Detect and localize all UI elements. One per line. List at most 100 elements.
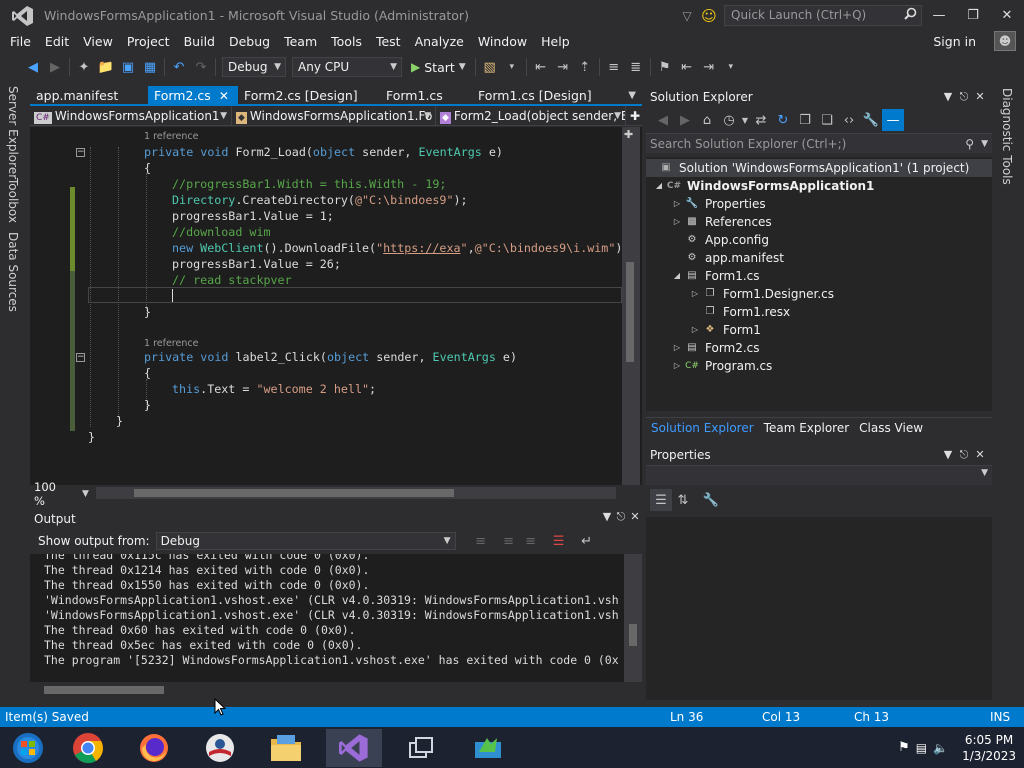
show-all-files-icon[interactable]: ❏: [816, 109, 838, 131]
close-icon[interactable]: ✕: [628, 510, 642, 524]
next-message-icon[interactable]: ≡: [520, 530, 542, 552]
preview-selected-items-icon[interactable]: —: [882, 109, 904, 131]
sign-in-link[interactable]: Sign in: [933, 31, 976, 52]
bookmark-icon[interactable]: ⚑: [654, 56, 676, 78]
tab-team-explorer[interactable]: Team Explorer: [759, 418, 855, 437]
new-project-icon[interactable]: ✦: [73, 56, 95, 78]
collapse-region-icon[interactable]: −: [76, 353, 85, 362]
output-vertical-scrollbar[interactable]: [624, 554, 642, 682]
previous-message-icon[interactable]: ≡: [498, 530, 520, 552]
properties-object-select[interactable]: ▼: [646, 465, 992, 485]
scrollbar-thumb[interactable]: [626, 262, 634, 362]
chevron-down-icon[interactable]: ▼: [981, 134, 988, 154]
navigate-forward-icon[interactable]: ▶: [44, 56, 66, 78]
sync-with-document-icon[interactable]: ⇄: [750, 109, 772, 131]
tab-form2-design[interactable]: Form2.cs [Design]: [238, 86, 380, 106]
tree-item-solution[interactable]: ▣ Solution 'WindowsFormsApplication1' (1 …: [646, 159, 992, 177]
tree-item-form1-designer[interactable]: ▷ ❐ Form1.Designer.cs: [688, 285, 834, 303]
file-explorer-icon[interactable]: [258, 729, 314, 767]
start-debugging-button[interactable]: ▶ Start ▼: [405, 60, 472, 75]
alphabetical-icon[interactable]: ⇅: [672, 489, 694, 511]
pin-icon[interactable]: ⎋: [614, 510, 628, 524]
find-message-icon[interactable]: ≡: [470, 530, 492, 552]
tree-item-project[interactable]: ◢ C# WindowsFormsApplication1: [652, 177, 874, 195]
menu-tools[interactable]: Tools: [324, 31, 369, 52]
action-center-flag-icon[interactable]: ⚑: [898, 740, 910, 755]
member-select[interactable]: ◆ Form2_Load(object sender, Eve ▼: [436, 106, 626, 126]
tree-item-form2-cs[interactable]: ▷ ▤ Form2.cs: [670, 339, 760, 357]
word-wrap-icon[interactable]: ↵: [576, 530, 598, 552]
step-over-icon[interactable]: ⇥: [552, 56, 574, 78]
home-icon[interactable]: ⌂: [696, 109, 718, 131]
expanded-arrow-icon[interactable]: ◢: [652, 177, 666, 195]
uncomment-lines-icon[interactable]: ≣: [625, 56, 647, 78]
tab-list-dropdown-icon[interactable]: ▼: [628, 86, 636, 106]
collapsed-arrow-icon[interactable]: ▷: [688, 321, 702, 339]
toolbox-tab[interactable]: Toolbox: [6, 178, 20, 223]
back-icon[interactable]: ◀: [652, 109, 674, 131]
menu-file[interactable]: File: [3, 31, 38, 52]
tab-form1-cs[interactable]: Form1.cs: [380, 86, 472, 106]
menu-view[interactable]: View: [76, 31, 120, 52]
menu-window[interactable]: Window: [471, 31, 534, 52]
collapse-region-icon[interactable]: −: [76, 148, 85, 157]
code-lens-reference[interactable]: 1 reference: [144, 129, 198, 145]
window-position-icon[interactable]: ▼: [600, 510, 614, 524]
previous-bookmark-icon[interactable]: ⇤: [676, 56, 698, 78]
tree-item-app-manifest[interactable]: ⚙ app.manifest: [684, 249, 784, 267]
toolbar-overflow-icon[interactable]: ▾: [501, 56, 523, 78]
scrollbar-thumb[interactable]: [44, 686, 164, 694]
show-output-from-select[interactable]: Debug ▼: [155, 532, 456, 550]
tree-item-form1-cs[interactable]: ◢ ▤ Form1.cs: [670, 267, 760, 285]
open-file-icon[interactable]: 📁: [95, 56, 117, 78]
split-window-icon[interactable]: ✚: [626, 106, 642, 126]
next-bookmark-icon[interactable]: ⇥: [698, 56, 720, 78]
tab-app-manifest[interactable]: app.manifest: [30, 86, 148, 106]
network-icon[interactable]: ▤: [916, 741, 927, 755]
volume-icon[interactable]: 🔈: [933, 741, 948, 755]
undo-icon[interactable]: ↶: [168, 56, 190, 78]
code-editor[interactable]: − − 1 reference private void Form2_Load(…: [30, 127, 642, 485]
server-explorer-tab[interactable]: Server Explorer: [6, 86, 20, 179]
output-horizontal-scrollbar[interactable]: [30, 682, 624, 697]
collapsed-arrow-icon[interactable]: ▷: [670, 213, 684, 231]
step-into-icon[interactable]: ⇤: [530, 56, 552, 78]
collapsed-arrow-icon[interactable]: ▷: [670, 339, 684, 357]
filter-notifications-icon[interactable]: ▽: [676, 5, 698, 27]
save-all-icon[interactable]: ▦: [139, 56, 161, 78]
collapsed-arrow-icon[interactable]: ▷: [688, 285, 702, 303]
tree-item-form1-resx[interactable]: ❐ Form1.resx: [702, 303, 791, 321]
properties-wrench-icon[interactable]: 🔧: [860, 109, 882, 131]
collapsed-arrow-icon[interactable]: ▷: [670, 357, 684, 375]
data-sources-tab[interactable]: Data Sources: [6, 232, 20, 312]
zoom-level[interactable]: 100 %: [30, 480, 70, 508]
close-button[interactable]: ✕: [990, 0, 1024, 31]
editor-horizontal-scrollbar[interactable]: [96, 487, 616, 499]
solution-explorer-search-input[interactable]: Search Solution Explorer (Ctrl+;) ⚲ ▼: [646, 133, 992, 153]
clear-all-icon[interactable]: ☰: [548, 530, 570, 552]
task-view-icon[interactable]: [394, 729, 450, 767]
menu-help[interactable]: Help: [534, 31, 577, 52]
start-menu-icon[interactable]: [0, 729, 56, 767]
solution-configuration-select[interactable]: Debug ▼: [222, 57, 286, 77]
scrollbar-thumb[interactable]: [134, 489, 454, 497]
menu-team[interactable]: Team: [277, 31, 324, 52]
menu-build[interactable]: Build: [177, 31, 222, 52]
save-icon[interactable]: ▣: [117, 56, 139, 78]
code-url-link[interactable]: https://exa: [383, 241, 460, 255]
solution-platform-select[interactable]: Any CPU ▼: [292, 57, 402, 77]
tree-item-properties[interactable]: ▷ 🔧 Properties: [670, 195, 766, 213]
tree-item-form1-class[interactable]: ▷ ❖ Form1: [688, 321, 761, 339]
pin-icon[interactable]: ⎋: [956, 448, 972, 462]
quick-launch-input[interactable]: Quick Launch (Ctrl+Q): [724, 5, 922, 26]
tree-item-references[interactable]: ▷ ▩ References: [670, 213, 772, 231]
close-icon[interactable]: ✕: [972, 90, 988, 104]
expanded-arrow-icon[interactable]: ◢: [670, 267, 684, 285]
pending-changes-filter-icon[interactable]: ◷: [718, 109, 740, 131]
tree-item-app-config[interactable]: ⚙ App.config: [684, 231, 769, 249]
restore-button[interactable]: ❐: [956, 0, 990, 31]
redo-icon[interactable]: ↷: [190, 56, 212, 78]
scrollbar-thumb[interactable]: [629, 624, 637, 646]
view-code-icon[interactable]: ‹›: [838, 109, 860, 131]
tab-solution-explorer[interactable]: Solution Explorer: [646, 418, 759, 437]
